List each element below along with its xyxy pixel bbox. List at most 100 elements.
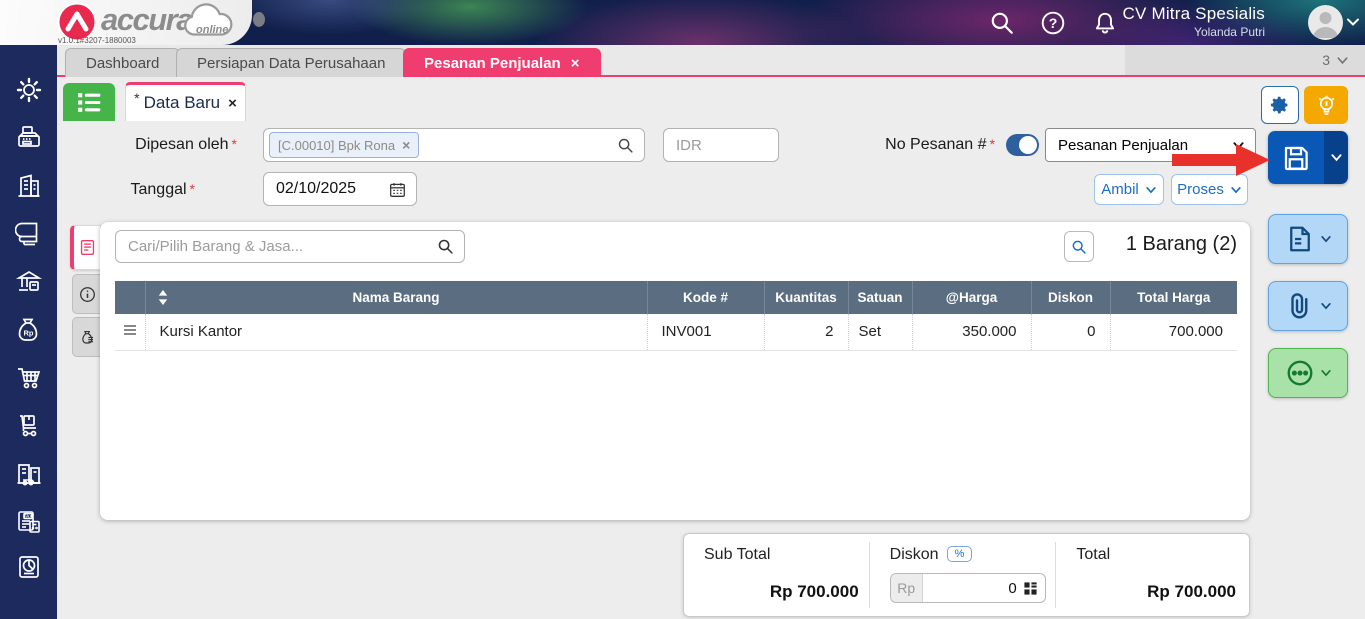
total-value: Rp 700.000 <box>1147 582 1236 601</box>
no-pesanan-label: No Pesanan # * <box>885 136 995 153</box>
save-options-chevron-down-icon[interactable] <box>1324 131 1348 184</box>
proses-dropdown-button[interactable]: Proses <box>1171 174 1248 205</box>
save-button[interactable] <box>1268 131 1348 184</box>
search-icon[interactable] <box>437 238 454 255</box>
tab-overflow-counter[interactable]: 3 <box>1125 45 1365 75</box>
item-search-field[interactable] <box>128 238 437 255</box>
document-type-select[interactable]: Pesanan Penjualan <box>1045 128 1256 162</box>
auto-number-toggle[interactable] <box>1006 134 1039 156</box>
ambil-dropdown-button[interactable]: Ambil <box>1094 174 1164 205</box>
chip-remove-icon[interactable]: × <box>402 137 410 153</box>
logo-strip: accurate online v1.0.1#3207-1880003 <box>0 0 252 45</box>
col-diskon[interactable]: Diskon <box>1030 281 1110 314</box>
cell-satuan[interactable]: Set <box>847 314 912 351</box>
cell-kuantitas[interactable]: 2 <box>763 314 848 351</box>
chevron-down-icon <box>1337 56 1348 64</box>
items-panel <box>100 222 1250 520</box>
close-icon[interactable]: × <box>228 95 237 112</box>
subtotal-value: Rp 700.000 <box>769 582 859 601</box>
dipesan-oleh-label: Dipesan oleh * <box>135 136 237 153</box>
form-settings-button[interactable] <box>1261 86 1299 124</box>
currency-field[interactable] <box>663 128 779 162</box>
item-search-input[interactable] <box>115 230 465 263</box>
sidebar-company-building-icon[interactable] <box>15 172 43 200</box>
more-actions-button[interactable] <box>1268 348 1348 398</box>
required-marker: * <box>231 136 237 152</box>
sidebar-settings-gear-icon[interactable] <box>15 76 43 104</box>
diskon-input[interactable]: Rp 0 <box>889 573 1046 603</box>
header-dot-decoration <box>253 12 265 27</box>
table-row[interactable]: Kursi Kantor INV001 2 Set 350.000 0 700.… <box>115 314 1237 351</box>
col-kuantitas[interactable]: Kuantitas <box>763 281 848 314</box>
subtotal-label: Sub Total <box>704 546 771 563</box>
tab-label: Persiapan Data Perusahaan <box>197 54 386 72</box>
attachment-button[interactable] <box>1268 281 1348 331</box>
required-marker: * <box>989 136 995 152</box>
date-input[interactable]: 02/10/2025 <box>263 172 417 206</box>
col-harga[interactable]: @Harga <box>911 281 1031 314</box>
sidebar-tax-icon[interactable]: TAX <box>15 508 43 536</box>
tab-label: Dashboard <box>86 54 160 72</box>
avatar[interactable] <box>1308 5 1343 40</box>
tab-pesanan-penjualan[interactable]: Pesanan Penjualan × <box>403 48 601 77</box>
sidebar-ledger-book-icon[interactable] <box>15 220 43 248</box>
print-preview-button[interactable] <box>1268 214 1348 264</box>
tab-info[interactable] <box>72 274 101 314</box>
tanggal-label: Tanggal * <box>130 181 196 198</box>
row-drag-handle-icon[interactable] <box>115 314 145 351</box>
account-info: CV Mitra Spesialis Yolanda Putri <box>1123 4 1265 39</box>
total-section: Total Rp 700.000 <box>1056 534 1249 616</box>
cell-diskon[interactable]: 0 <box>1030 314 1110 351</box>
save-icon[interactable] <box>1268 131 1324 184</box>
tips-lightbulb-button[interactable] <box>1304 86 1348 124</box>
sidebar-fixed-asset-icon[interactable] <box>15 460 43 488</box>
svg-text:TAX: TAX <box>24 514 34 519</box>
sidebar-report-icon[interactable] <box>15 553 43 581</box>
customer-input[interactable]: [C.00010] Bpk Rona × <box>263 128 645 162</box>
tab-persiapan-data-perusahaan[interactable]: Persiapan Data Perusahaan <box>176 48 407 77</box>
tab-item-detail[interactable] <box>70 225 101 270</box>
item-count-text: 1 Barang (2) <box>1125 233 1237 255</box>
percent-badge[interactable]: % <box>946 546 973 562</box>
ellipsis-circle-icon <box>1287 360 1312 386</box>
calendar-icon[interactable] <box>389 181 406 198</box>
cell-kode[interactable]: INV001 <box>646 314 764 351</box>
close-icon[interactable]: × <box>571 55 580 72</box>
total-label: Total <box>1076 546 1111 563</box>
currency-value[interactable] <box>664 136 778 154</box>
col-nama-barang[interactable]: Nama Barang <box>144 281 647 314</box>
info-icon <box>79 286 95 302</box>
col-total-harga[interactable]: Total Harga <box>1109 281 1237 314</box>
record-list-button[interactable] <box>63 83 115 121</box>
search-icon[interactable] <box>989 10 1015 36</box>
sort-icon[interactable] <box>158 290 168 305</box>
col-kode[interactable]: Kode # <box>646 281 764 314</box>
company-name: CV Mitra Spesialis <box>1122 4 1265 23</box>
notification-bell-icon[interactable] <box>1092 10 1118 36</box>
customer-search-icon[interactable] <box>617 137 634 154</box>
diskon-value[interactable]: 0 <box>923 580 1023 597</box>
cell-nama-barang[interactable]: Kursi Kantor <box>144 314 647 351</box>
sidebar: Rp TAX <box>0 45 57 619</box>
tab-count: 3 <box>1322 52 1330 68</box>
doc-tab-label: Data Baru <box>143 93 221 112</box>
sidebar-bank-icon[interactable] <box>15 268 43 296</box>
tab-data-baru[interactable]: * Data Baru × <box>125 82 246 121</box>
col-satuan[interactable]: Satuan <box>847 281 912 314</box>
calculator-icon[interactable] <box>1023 581 1038 596</box>
account-chevron-down-icon[interactable] <box>1345 14 1361 30</box>
tab-price-info[interactable] <box>72 317 101 357</box>
sidebar-sales-moneybag-icon[interactable]: Rp <box>15 316 43 344</box>
cell-total-harga[interactable]: 700.000 <box>1109 314 1237 351</box>
sidebar-inventory-handtruck-icon[interactable] <box>15 412 43 440</box>
module-tab-bar: Dashboard Persiapan Data Perusahaan Pesa… <box>57 45 1365 77</box>
help-icon[interactable]: ? <box>1040 10 1066 36</box>
sidebar-purchases-cart-icon[interactable] <box>15 364 43 392</box>
customer-chip: [C.00010] Bpk Rona × <box>269 132 420 158</box>
cell-harga[interactable]: 350.000 <box>911 314 1031 351</box>
svg-text:Rp: Rp <box>24 329 34 338</box>
sidebar-cash-register-icon[interactable] <box>15 124 43 152</box>
date-value: 02/10/2025 <box>276 180 357 197</box>
tab-dashboard[interactable]: Dashboard <box>65 48 181 77</box>
lightbulb-icon <box>1318 95 1334 115</box>
